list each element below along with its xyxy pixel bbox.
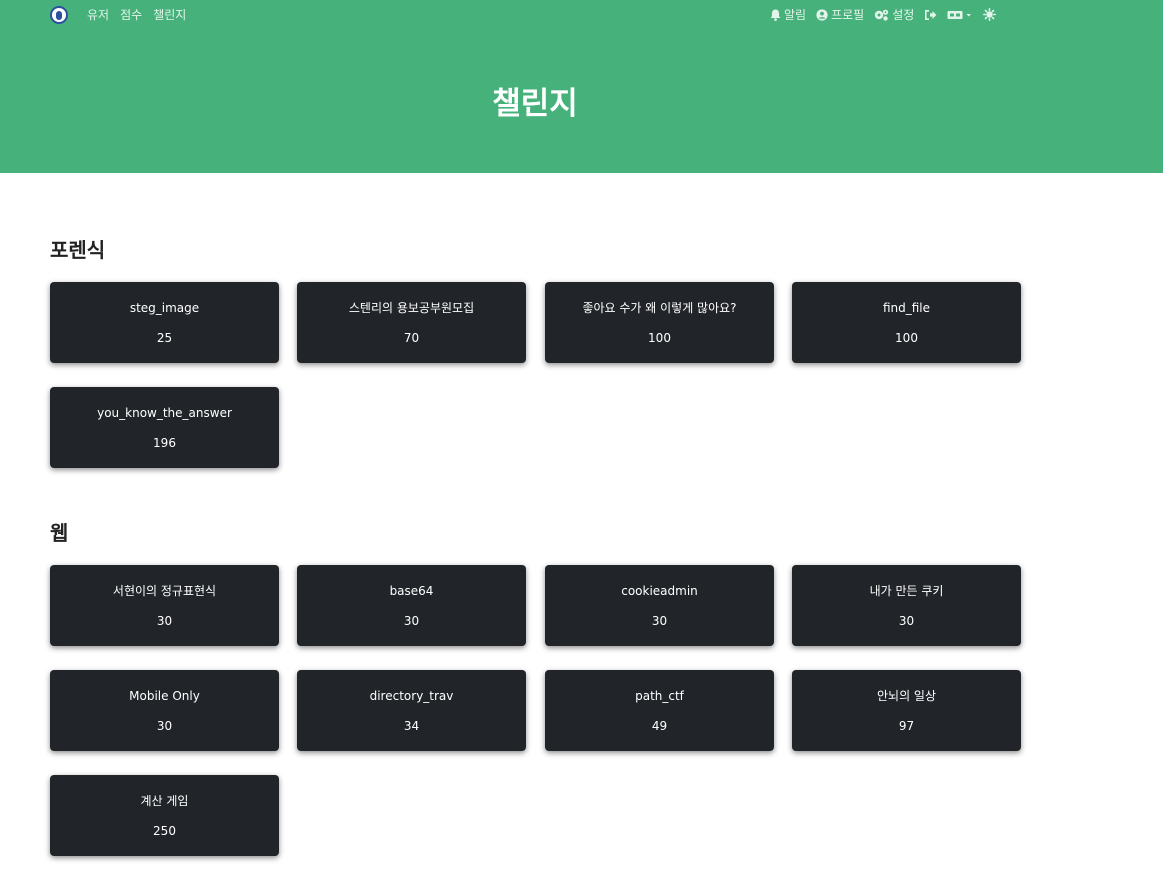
challenge-card[interactable]: 안뇌의 일상 97 xyxy=(792,670,1021,751)
nav-notifications[interactable]: 알림 xyxy=(770,6,806,23)
challenge-points: 100 xyxy=(648,331,671,345)
challenge-name: 좋아요 수가 왜 이렇게 많아요? xyxy=(582,301,737,315)
challenge-points: 196 xyxy=(153,436,176,450)
challenge-name: 서현이의 정규표현식 xyxy=(112,584,217,598)
challenge-points: 30 xyxy=(156,614,173,628)
challenge-points: 250 xyxy=(153,824,176,838)
nav-language[interactable] xyxy=(947,10,973,20)
challenge-name: directory_trav xyxy=(369,689,454,703)
theme-icon xyxy=(983,8,997,21)
challenge-card[interactable]: 계산 게임 250 xyxy=(50,775,279,856)
challenge-points: 30 xyxy=(156,719,173,733)
challenge-name: steg_image xyxy=(129,301,200,315)
challenge-card[interactable]: find_file 100 xyxy=(792,282,1021,363)
challenge-card[interactable]: 좋아요 수가 왜 이렇게 많아요? 100 xyxy=(545,282,774,363)
challenge-name: cookieadmin xyxy=(621,584,698,598)
nav-logout[interactable] xyxy=(924,9,937,21)
challenge-points: 30 xyxy=(651,614,668,628)
challenge-name: 스텐리의 용보공부원모집 xyxy=(348,301,475,315)
nav-notifications-label: 알림 xyxy=(784,8,807,22)
challenge-name: base64 xyxy=(389,584,434,598)
bell-icon xyxy=(770,9,781,21)
challenge-card[interactable]: path_ctf 49 xyxy=(545,670,774,751)
user-circle-icon xyxy=(816,8,828,21)
challenge-name: path_ctf xyxy=(635,689,684,703)
challenge-card[interactable]: 서현이의 정규표현식 30 xyxy=(50,565,279,646)
nav-links: 유저 점수 챌린지 xyxy=(87,6,186,23)
challenge-points: 34 xyxy=(403,719,420,733)
nav-link-scoreboard[interactable]: 점수 xyxy=(120,6,142,23)
challenge-card[interactable]: cookieadmin 30 xyxy=(545,565,774,646)
challenge-name: 안뇌의 일상 xyxy=(876,689,936,703)
logo-mark xyxy=(56,10,62,20)
challenge-card[interactable]: you_know_the_answer 196 xyxy=(50,387,279,468)
logout-icon xyxy=(925,9,937,20)
nav-actions: 알림 프로필 설정 xyxy=(770,6,997,23)
page-title: 챌린지 xyxy=(492,86,578,122)
language-icon xyxy=(947,10,972,19)
nav-link-users[interactable]: 유저 xyxy=(87,6,109,23)
challenge-card[interactable]: 내가 만든 쿠키 30 xyxy=(792,565,1021,646)
challenge-card[interactable]: base64 30 xyxy=(297,565,526,646)
nav-settings-label: 설정 xyxy=(892,8,915,22)
nav-settings[interactable]: 설정 xyxy=(874,6,914,23)
challenge-points: 100 xyxy=(895,331,918,345)
nav-theme[interactable] xyxy=(983,8,997,21)
category-heading-forensics: 포렌식 xyxy=(50,238,106,262)
navbar: 유저 점수 챌린지 알림 프로필 설정 xyxy=(0,0,1163,28)
challenge-points: 25 xyxy=(156,331,173,345)
challenge-name: find_file xyxy=(882,301,931,315)
challenge-card[interactable]: steg_image 25 xyxy=(50,282,279,363)
challenge-points: 97 xyxy=(898,719,915,733)
challenge-card[interactable]: Mobile Only 30 xyxy=(50,670,279,751)
category-heading-web: 웹 xyxy=(50,521,69,545)
nav-link-challenges[interactable]: 챌린지 xyxy=(153,6,186,23)
gears-icon xyxy=(875,9,889,21)
logo-icon[interactable] xyxy=(50,6,68,24)
challenge-card[interactable]: 스텐리의 용보공부원모집 70 xyxy=(297,282,526,363)
nav-profile-label: 프로필 xyxy=(831,8,865,22)
challenge-points: 70 xyxy=(403,331,420,345)
challenge-name: you_know_the_answer xyxy=(97,406,232,420)
challenge-name: 내가 만든 쿠키 xyxy=(869,584,944,598)
page-header: 유저 점수 챌린지 알림 프로필 설정 챌린지 xyxy=(0,0,1163,173)
challenge-card[interactable]: directory_trav 34 xyxy=(297,670,526,751)
challenge-name: Mobile Only xyxy=(129,689,200,703)
challenge-points: 49 xyxy=(651,719,668,733)
nav-profile[interactable]: 프로필 xyxy=(816,6,864,23)
challenge-name: 계산 게임 xyxy=(140,794,189,808)
challenge-points: 30 xyxy=(403,614,420,628)
challenge-points: 30 xyxy=(898,614,915,628)
